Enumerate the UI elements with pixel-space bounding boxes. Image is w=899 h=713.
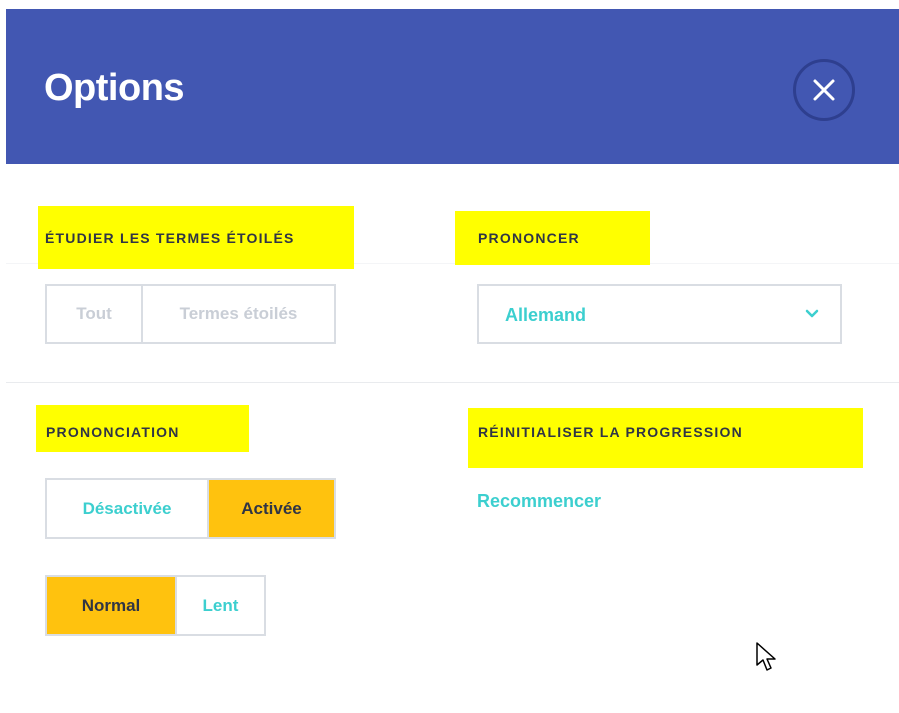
page-title: Options xyxy=(44,67,185,109)
pronunciation-toggle: Désactivée Activée xyxy=(45,478,336,539)
study-starred-segmented-control: Tout Termes étoilés xyxy=(45,284,336,344)
option-slow[interactable]: Lent xyxy=(175,577,264,634)
section-divider xyxy=(6,382,899,383)
reset-progress-label: RÉINITIALISER LA PROGRESSION xyxy=(478,424,743,440)
restart-link[interactable]: Recommencer xyxy=(477,491,601,512)
pronounce-label: PRONONCER xyxy=(478,230,580,246)
study-starred-label: ÉTUDIER LES TERMES ÉTOILÉS xyxy=(45,230,295,246)
option-normal[interactable]: Normal xyxy=(47,577,175,634)
mouse-cursor-icon xyxy=(756,642,776,671)
option-all[interactable]: Tout xyxy=(47,286,141,342)
language-select-value: Allemand xyxy=(505,305,587,325)
close-icon xyxy=(813,79,835,101)
language-select[interactable]: Allemand xyxy=(477,284,842,344)
option-starred-terms[interactable]: Termes étoilés xyxy=(141,286,334,342)
option-enabled[interactable]: Activée xyxy=(207,480,334,537)
option-disabled[interactable]: Désactivée xyxy=(47,480,207,537)
close-button[interactable] xyxy=(793,59,855,121)
options-header: Options xyxy=(6,9,899,164)
pronunciation-label: PRONONCIATION xyxy=(46,424,180,440)
speed-toggle: Normal Lent xyxy=(45,575,266,636)
chevron-down-icon xyxy=(805,309,819,318)
